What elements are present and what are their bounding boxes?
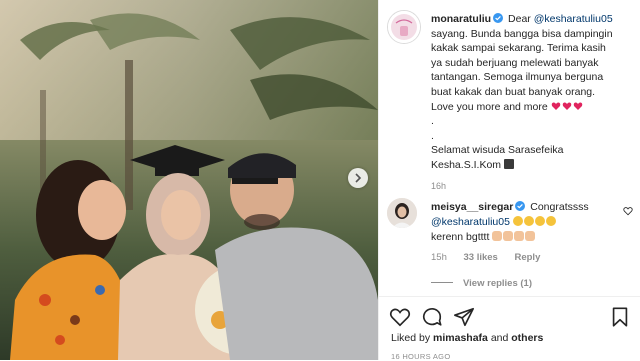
- heart-icon[interactable]: [389, 306, 411, 328]
- clapping-hands-emoji-icon: [525, 231, 536, 241]
- comment-mention[interactable]: @kesharatuliu05: [431, 216, 510, 228]
- actions-divider: [379, 296, 640, 297]
- caption-line: kakak sampai sekarang. Terima kasih: [431, 42, 606, 55]
- clapping-hands-emoji-icon: [503, 231, 514, 241]
- graduation-cap-emoji-icon: [503, 158, 514, 169]
- bookmark-icon[interactable]: [609, 306, 631, 328]
- comment-message: Congratssss: [530, 201, 589, 213]
- clapping-hands-emoji-icon: [514, 231, 525, 241]
- caption-line: buat kakak dan buat banyak orang.: [431, 85, 596, 98]
- red-heart-emoji-icon: [562, 102, 571, 110]
- verified-badge-icon: [515, 201, 526, 211]
- clapping-hands-emoji-icon: [492, 231, 503, 241]
- caption-line: sayang. Bunda bangga bisa dampingin: [431, 27, 613, 40]
- caption-footer-line: Selamat wisuda Sarasefeika: [431, 144, 564, 157]
- liked-by-and: and: [490, 332, 509, 344]
- comment-like-heart-icon[interactable]: [623, 206, 633, 216]
- red-heart-emoji-icon: [551, 102, 560, 110]
- caption-text: monaratuliu Dear @kesharatuliu05 sayang.…: [431, 12, 633, 193]
- comment-likes-count[interactable]: 33 likes: [464, 252, 498, 263]
- caption-line: Love you more and more: [431, 100, 548, 113]
- author-avatar[interactable]: [387, 10, 421, 44]
- replies-divider: [431, 282, 453, 283]
- comment-icon[interactable]: [421, 306, 443, 328]
- caption-greeting: Dear: [508, 13, 531, 25]
- author-username[interactable]: monaratuliu: [431, 13, 491, 25]
- face-emoji-icon: [534, 216, 545, 226]
- face-emoji-icon: [523, 216, 534, 226]
- caption-line: ya sudah berjuang melewati banyak: [431, 56, 599, 69]
- liked-by-user[interactable]: mimashafa: [433, 332, 488, 344]
- chevron-right-icon: [355, 173, 362, 183]
- comment-text: meisya__siregar Congratssss @kesharatuli…: [431, 200, 631, 245]
- liked-by-others[interactable]: others: [511, 332, 543, 344]
- commenter-avatar[interactable]: [387, 198, 417, 228]
- action-bar: [387, 306, 633, 330]
- comment-message: kerenn bgtttt: [431, 231, 490, 243]
- verified-badge-icon: [493, 13, 504, 23]
- commenter-username[interactable]: meisya__siregar: [431, 201, 513, 213]
- avatar-image: [388, 11, 420, 43]
- face-emoji-icon: [512, 216, 523, 226]
- post-timestamp[interactable]: 16h: [431, 181, 446, 191]
- liked-by-prefix: Liked by: [391, 332, 431, 344]
- caption-mention[interactable]: @kesharatuliu05: [534, 13, 613, 25]
- next-photo-button[interactable]: [348, 168, 368, 188]
- share-icon[interactable]: [453, 306, 475, 328]
- post-image: [0, 0, 378, 360]
- red-heart-emoji-icon: [573, 102, 582, 110]
- reply-button[interactable]: Reply: [514, 252, 540, 263]
- post-photo[interactable]: [0, 0, 378, 360]
- caption-dot: .: [431, 115, 434, 128]
- view-replies-label: View replies (1): [463, 278, 532, 289]
- liked-by: Liked by mimashafa and others: [391, 332, 543, 344]
- caption-dot: .: [431, 129, 434, 142]
- view-replies-button[interactable]: View replies (1): [431, 278, 532, 289]
- caption-line: tantangan. Semoga ilmunya berguna: [431, 71, 604, 84]
- comment-meta: 15h 33 likes Reply: [431, 252, 554, 263]
- face-emoji-icon: [545, 216, 556, 226]
- post-details-panel: monaratuliu Dear @kesharatuliu05 sayang.…: [378, 0, 640, 361]
- caption-footer-line: Kesha.S.I.Kom: [431, 158, 502, 171]
- avatar-image: [387, 198, 417, 228]
- comment-timestamp[interactable]: 15h: [431, 252, 447, 263]
